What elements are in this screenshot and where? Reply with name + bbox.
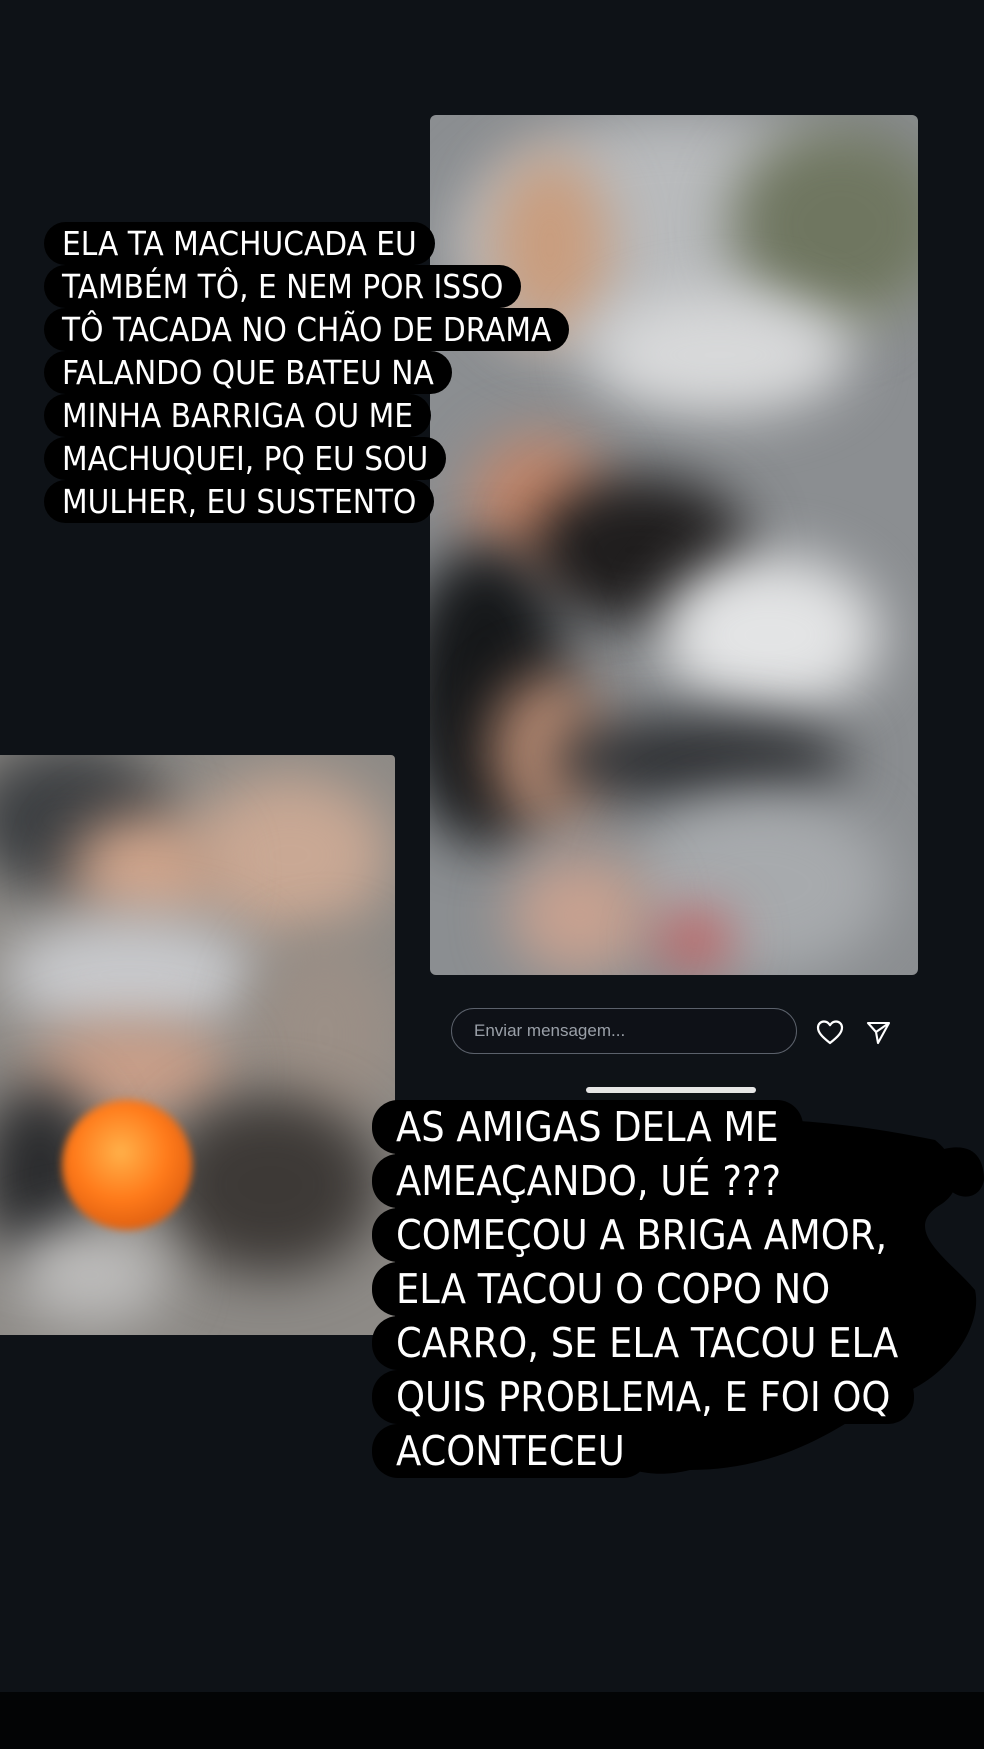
caption-line: MINHA BARRIGA OU ME	[44, 394, 431, 437]
caption-line: ELA TACOU O COPO NO	[372, 1262, 855, 1316]
caption-line: TÔ TACADA NO CHÃO DE DRAMA	[44, 308, 570, 351]
caption-line: MACHUQUEI, PQ EU SOU	[44, 437, 447, 480]
bottom-bar	[0, 1692, 984, 1749]
caption-line: MULHER, EU SUSTENTO	[44, 480, 435, 523]
caption-line: AMEAÇANDO, UÉ ???	[372, 1154, 806, 1208]
caption-line: CARRO, SE ELA TACOU ELA	[372, 1316, 923, 1370]
caption-bottom: AS AMIGAS DELA ME AMEAÇANDO, UÉ ??? COME…	[372, 1100, 923, 1478]
caption-line: QUIS PROBLEMA, E FOI OQ	[372, 1370, 915, 1424]
caption-line: ELA TA MACHUCADA EU	[44, 222, 435, 265]
caption-line: AS AMIGAS DELA ME	[372, 1100, 803, 1154]
caption-line: TAMBÉM TÔ, E NEM POR ISSO	[44, 265, 522, 308]
caption-line: COMEÇOU A BRIGA AMOR,	[372, 1208, 912, 1262]
story-screen: Enviar mensagem... ELA TA MACHUCADA EU T…	[0, 0, 984, 1692]
caption-line: FALANDO QUE BATEU NA	[44, 351, 452, 394]
caption-line: ACONTECEU	[372, 1424, 649, 1478]
caption-top: ELA TA MACHUCADA EU TAMBÉM TÔ, E NEM POR…	[44, 222, 570, 523]
